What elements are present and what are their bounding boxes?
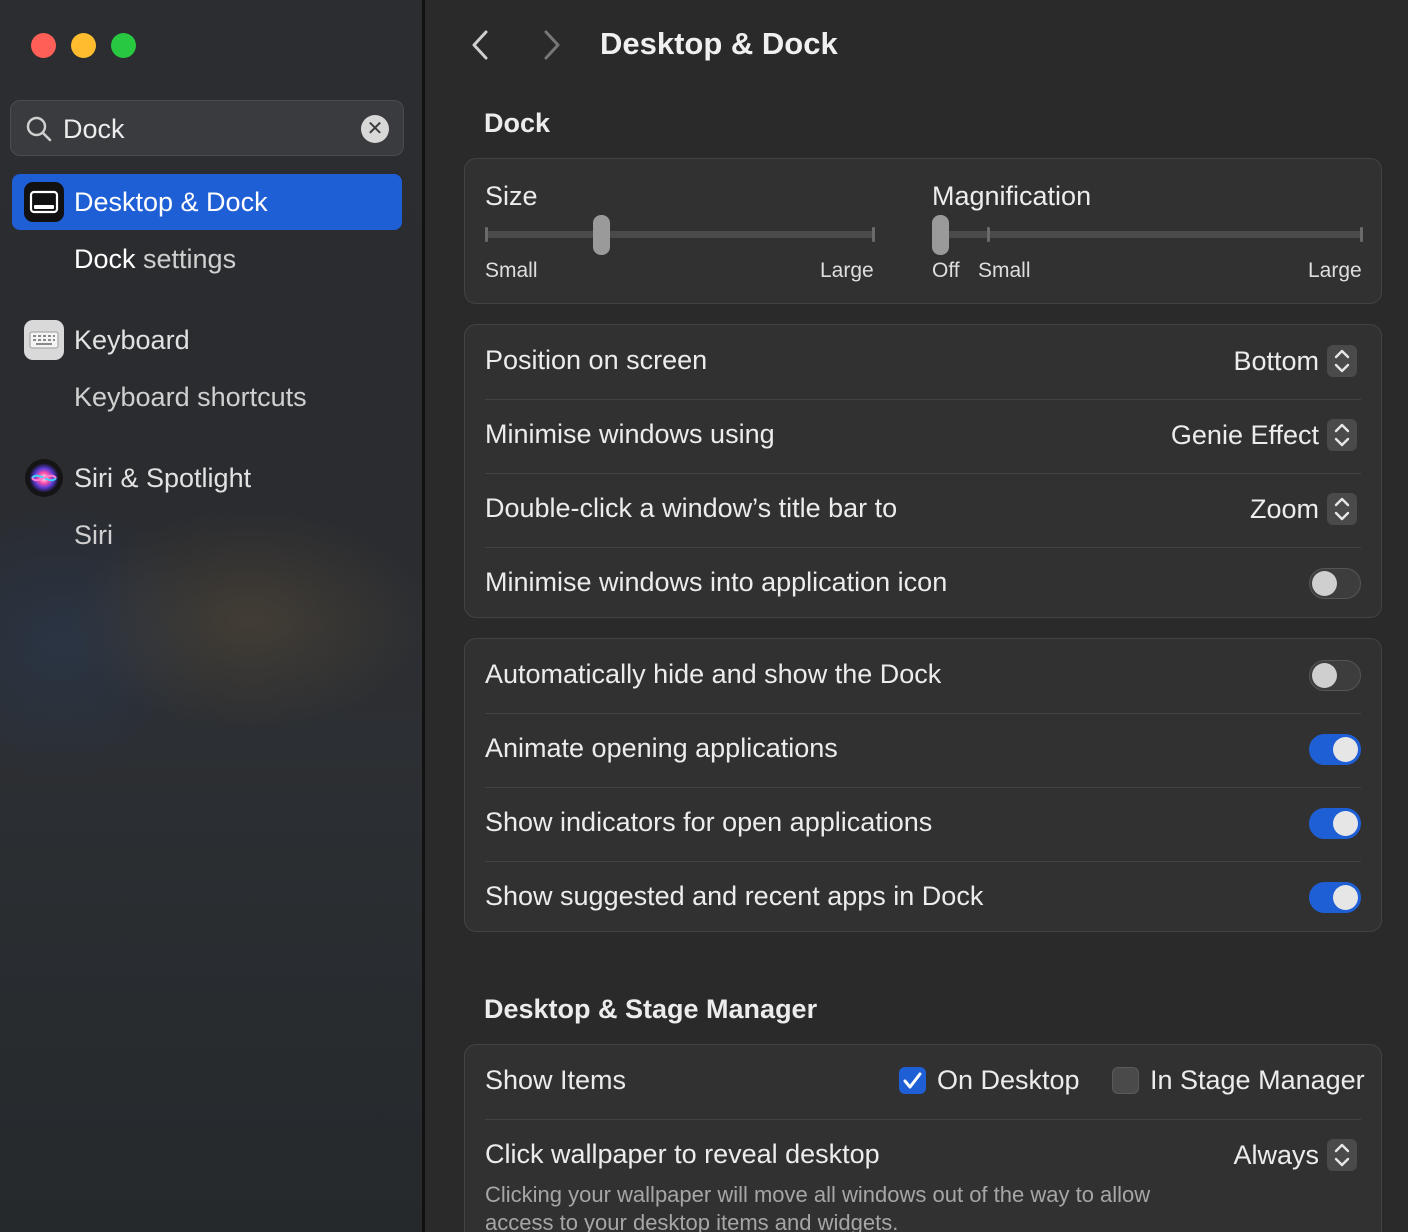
sidebar-item-siri-spotlight[interactable]: Siri & Spotlight: [12, 450, 402, 506]
search-icon: [26, 116, 52, 142]
size-max-label: Large: [820, 259, 874, 282]
animate-label: Animate opening applications: [485, 733, 838, 763]
auto-hide-label: Automatically hide and show the Dock: [485, 659, 942, 689]
sidebar-subitem-keyboard-shortcuts[interactable]: Keyboard shortcuts: [74, 382, 307, 413]
stage-manager-card: Show Items On Desktop In Stage Manager C…: [464, 1044, 1382, 1232]
show-items-label: Show Items: [485, 1065, 627, 1095]
magnification-slider-thumb[interactable]: [932, 215, 949, 255]
position-value: Bottom: [1233, 345, 1319, 376]
magnification-slider-tick: [1360, 227, 1363, 242]
close-window-button[interactable]: [31, 33, 56, 58]
sidebar: ✕ Desktop & Dock Dock settings Keyboard …: [0, 0, 422, 1232]
magnification-slider-track: [932, 231, 1363, 238]
minimise-into-icon-row: Minimise windows into application icon: [485, 547, 1361, 621]
click-wallpaper-description: Clicking your wallpaper will move all wi…: [485, 1182, 1151, 1232]
magnification-slider[interactable]: [932, 215, 1363, 255]
magnification-max-label: Large: [1308, 259, 1362, 282]
indicators-label: Show indicators for open applications: [485, 807, 933, 837]
size-slider-track: [485, 231, 875, 238]
minimise-using-label: Minimise windows using: [485, 419, 775, 449]
suggested-toggle[interactable]: [1309, 882, 1361, 913]
sidebar-item-desktop-dock[interactable]: Desktop & Dock: [12, 174, 402, 230]
size-slider-thumb[interactable]: [593, 215, 611, 255]
position-label: Position on screen: [485, 345, 708, 375]
click-wallpaper-row: Click wallpaper to reveal desktop Always…: [485, 1119, 1361, 1232]
clear-search-icon[interactable]: ✕: [361, 115, 389, 143]
animate-toggle[interactable]: [1309, 734, 1361, 765]
auto-hide-row: Automatically hide and show the Dock: [485, 639, 1361, 713]
minimise-into-icon-toggle[interactable]: [1309, 568, 1361, 599]
double-click-label: Double-click a window’s title bar to: [485, 493, 898, 523]
zoom-window-button[interactable]: [111, 33, 136, 58]
toggle-knob: [1333, 811, 1358, 836]
magnification-off-label: Off: [932, 259, 960, 282]
show-items-row: Show Items On Desktop In Stage Manager: [485, 1045, 1365, 1119]
suggested-row: Show suggested and recent apps in Dock: [485, 861, 1361, 935]
section-title-dock: Dock: [484, 108, 551, 138]
in-stage-manager-label: In Stage Manager: [1150, 1065, 1365, 1095]
double-click-popup[interactable]: Zoom: [1250, 493, 1357, 525]
siri-icon: [25, 459, 63, 497]
chevron-up-down-icon: [1327, 1139, 1357, 1171]
toggle-knob: [1312, 571, 1337, 596]
minimise-using-popup[interactable]: Genie Effect: [1171, 419, 1357, 451]
size-slider-tick: [485, 227, 488, 242]
position-row: Position on screen Bottom: [485, 325, 1361, 399]
sidebar-item-label: Siri & Spotlight: [74, 462, 252, 493]
position-popup[interactable]: Bottom: [1233, 345, 1357, 377]
sidebar-subitem-suffix: settings: [135, 244, 237, 274]
sidebar-item-label: Desktop & Dock: [74, 186, 268, 217]
size-slider-tick: [872, 227, 875, 242]
double-click-value: Zoom: [1249, 493, 1319, 524]
click-wallpaper-value: Always: [1233, 1139, 1319, 1170]
magnification-min-label: Small: [978, 259, 1031, 282]
chevron-up-down-icon: [1327, 493, 1357, 525]
minimise-using-value: Genie Effect: [1170, 419, 1319, 450]
sidebar-item-label: Keyboard: [74, 324, 190, 355]
on-desktop-checkbox[interactable]: [899, 1067, 926, 1094]
dock-behaviour-card: Position on screen Bottom Minimise windo…: [464, 324, 1382, 618]
magnification-label: Magnification: [932, 181, 1092, 211]
auto-hide-toggle[interactable]: [1309, 660, 1361, 691]
toggle-knob: [1312, 663, 1337, 688]
click-wallpaper-label: Click wallpaper to reveal desktop: [485, 1139, 880, 1169]
main-content: Desktop & Dock Dock Size Small Large Mag…: [425, 0, 1408, 1232]
double-click-row: Double-click a window’s title bar to Zoo…: [485, 473, 1361, 547]
size-label: Size: [485, 181, 538, 211]
desktop-dock-icon: [24, 182, 64, 222]
keyboard-icon: [24, 320, 64, 360]
suggested-label: Show suggested and recent apps in Dock: [485, 881, 984, 911]
section-title-desktop-stage: Desktop & Stage Manager: [484, 994, 818, 1024]
back-chevron-icon[interactable]: [463, 27, 499, 63]
chevron-up-down-icon: [1327, 345, 1357, 377]
sidebar-subitem-highlight: Dock: [74, 244, 136, 274]
page-title: Desktop & Dock: [600, 26, 838, 61]
click-wallpaper-popup[interactable]: Always: [1233, 1139, 1357, 1171]
on-desktop-label: On Desktop: [937, 1065, 1080, 1095]
minimise-into-icon-label: Minimise windows into application icon: [485, 567, 948, 597]
chevron-up-down-icon: [1327, 419, 1357, 451]
forward-chevron-icon[interactable]: [533, 27, 569, 63]
sidebar-subitem-siri[interactable]: Siri: [74, 520, 113, 551]
dock-size-card: Size Small Large Magnification Off Small…: [464, 158, 1382, 304]
dock-toggles-card: Automatically hide and show the Dock Ani…: [464, 638, 1382, 932]
magnification-slider-tick: [987, 227, 990, 242]
minimise-using-row: Minimise windows using Genie Effect: [485, 399, 1361, 473]
sidebar-subitem-dock-settings[interactable]: Dock settings: [74, 244, 236, 275]
toggle-knob: [1333, 737, 1358, 762]
indicators-row: Show indicators for open applications: [485, 787, 1361, 861]
size-slider[interactable]: [485, 215, 875, 255]
size-min-label: Small: [485, 259, 538, 282]
indicators-toggle[interactable]: [1309, 808, 1361, 839]
animate-row: Animate opening applications: [485, 713, 1361, 787]
search-input[interactable]: [63, 109, 353, 149]
toggle-knob: [1333, 885, 1358, 910]
in-stage-manager-checkbox[interactable]: [1112, 1067, 1139, 1094]
minimize-window-button[interactable]: [71, 33, 96, 58]
search-field: ✕: [10, 100, 404, 156]
sidebar-item-keyboard[interactable]: Keyboard: [12, 312, 402, 368]
